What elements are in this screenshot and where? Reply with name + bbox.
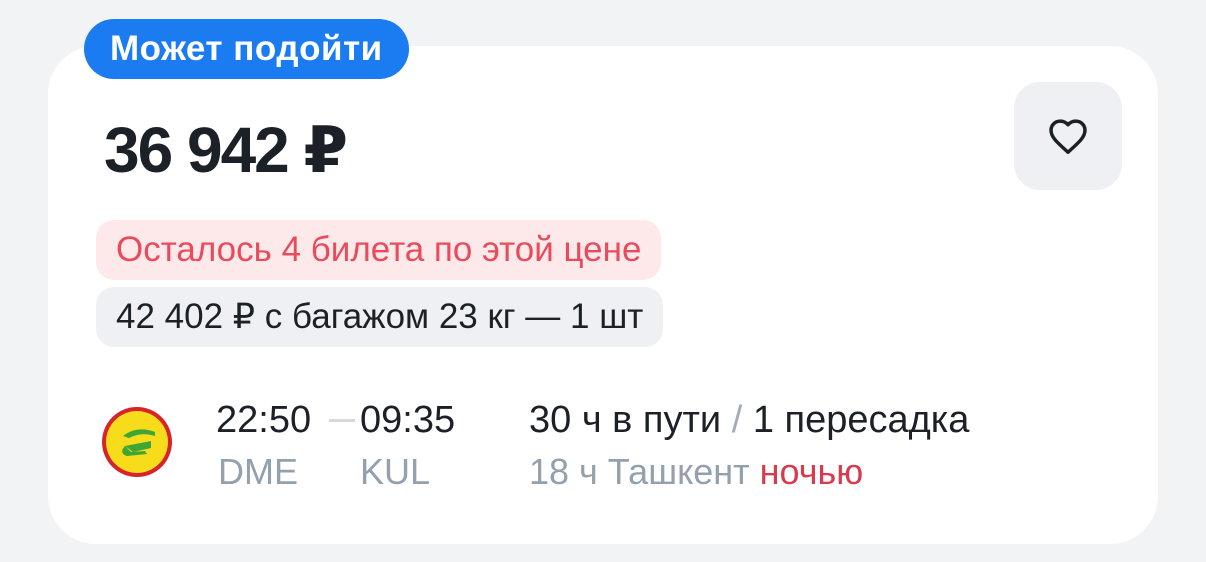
flight-duration: 30 ч в пути [529, 399, 722, 441]
departure-airport: DME [218, 451, 298, 492]
layover-details: 18 ч Ташкент [529, 451, 750, 492]
heart-icon [1049, 119, 1087, 155]
layover-night-note: ночью [759, 451, 864, 492]
stops-count: 1 пересадка [752, 399, 970, 441]
layover-info: 18 ч Ташкент ночью [529, 448, 863, 496]
ticket-price: 36 942 ₽ [104, 114, 348, 186]
departure-time: 22:50 [216, 399, 312, 441]
trip-summary: 30 ч в пути / 1 пересадка [529, 396, 969, 444]
favorite-button[interactable] [1014, 82, 1122, 190]
arrival-airport: KUL [360, 451, 431, 492]
baggage-option-chip[interactable]: 42 402 ₽ с багажом 23 кг — 1 шт [96, 287, 664, 347]
tickets-left-badge: Осталось 4 билета по этой цене [96, 220, 662, 280]
time-separator [329, 419, 355, 422]
summary-separator: / [731, 399, 743, 441]
recommendation-badge: Может подойти [84, 19, 409, 79]
arrival-time: 09:35 [360, 399, 456, 441]
airline-logo-icon [101, 406, 173, 478]
